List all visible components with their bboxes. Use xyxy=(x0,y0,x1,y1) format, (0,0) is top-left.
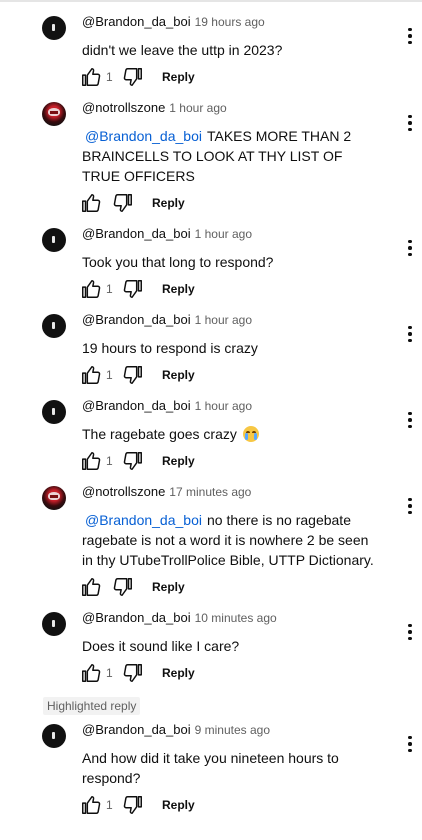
comment-body: 19 hours to respond is crazy xyxy=(82,340,258,356)
reply-button[interactable]: Reply xyxy=(152,196,185,210)
thumbs-down-icon[interactable] xyxy=(112,192,134,214)
comment-text: The ragebate goes crazy xyxy=(82,424,382,444)
more-vert-icon[interactable] xyxy=(404,733,416,755)
comment-text: And how did it take you nineteen hours t… xyxy=(82,748,382,788)
thumbs-up-icon[interactable] xyxy=(80,66,102,88)
comment-author[interactable]: @Brandon_da_boi xyxy=(82,722,191,737)
more-vert-icon[interactable] xyxy=(404,495,416,517)
comment-header: @Brandon_da_boi 1 hour ago xyxy=(82,398,252,414)
comment-header: @Brandon_da_boi 1 hour ago xyxy=(82,312,252,328)
reply-button[interactable]: Reply xyxy=(162,368,195,382)
comment-text: Took you that long to respond? xyxy=(82,252,382,272)
comment-text: Does it sound like I care? xyxy=(82,636,382,656)
mention-link[interactable]: @Brandon_da_boi xyxy=(85,512,202,528)
reply-button[interactable]: Reply xyxy=(162,454,195,468)
thumbs-down-icon[interactable] xyxy=(122,278,144,300)
thumbs-up-icon[interactable] xyxy=(80,662,102,684)
more-vert-icon[interactable] xyxy=(404,621,416,643)
avatar[interactable] xyxy=(42,102,66,126)
avatar[interactable] xyxy=(42,400,66,424)
comment-header: @Brandon_da_boi 19 hours ago xyxy=(82,14,265,30)
thumbs-down-icon[interactable] xyxy=(122,450,144,472)
comment-text: @Brandon_da_boi TAKES MORE THAN 2 BRAINCE… xyxy=(82,126,382,186)
thumbs-up-icon[interactable] xyxy=(80,576,102,598)
reply-button[interactable]: Reply xyxy=(152,580,185,594)
comment-header: @notrollszone 1 hour ago xyxy=(82,100,227,116)
like-count: 1 xyxy=(106,666,113,680)
comment-author[interactable]: @Brandon_da_boi xyxy=(82,226,191,241)
comment-body: And how did it take you nineteen hours t… xyxy=(82,750,339,786)
comment-header: @Brandon_da_boi 10 minutes ago xyxy=(82,610,277,626)
comment-header: @notrollszone 17 minutes ago xyxy=(82,484,251,500)
comment-timestamp[interactable]: 1 hour ago xyxy=(169,101,226,115)
comment-author[interactable]: @Brandon_da_boi xyxy=(82,398,191,413)
comment-timestamp[interactable]: 1 hour ago xyxy=(195,313,252,327)
thumbs-down-icon[interactable] xyxy=(122,66,144,88)
comment-author[interactable]: @notrollszone xyxy=(82,100,165,115)
comment-actions: 1 Reply xyxy=(80,364,195,386)
avatar[interactable] xyxy=(42,16,66,40)
comment-timestamp[interactable]: 1 hour ago xyxy=(195,227,252,241)
like-count: 1 xyxy=(106,454,113,468)
comment-actions: Reply xyxy=(80,192,185,214)
thumbs-up-icon[interactable] xyxy=(80,192,102,214)
comment-text: @Brandon_da_boi no there is no ragebate r… xyxy=(82,510,382,570)
reply-button[interactable]: Reply xyxy=(162,282,195,296)
like-count: 1 xyxy=(106,282,113,296)
thumbs-down-icon[interactable] xyxy=(122,794,144,816)
comment-timestamp[interactable]: 1 hour ago xyxy=(195,399,252,413)
comment-author[interactable]: @Brandon_da_boi xyxy=(82,610,191,625)
avatar[interactable] xyxy=(42,228,66,252)
comment-body: didn't we leave the uttp in 2023? xyxy=(82,42,283,58)
more-vert-icon[interactable] xyxy=(404,25,416,47)
mention-link[interactable]: @Brandon_da_boi xyxy=(85,128,202,144)
more-vert-icon[interactable] xyxy=(404,323,416,345)
comment-text: didn't we leave the uttp in 2023? xyxy=(82,40,382,60)
avatar[interactable] xyxy=(42,486,66,510)
comment-author[interactable]: @Brandon_da_boi xyxy=(82,14,191,29)
thumbs-down-icon[interactable] xyxy=(122,662,144,684)
reply-button[interactable]: Reply xyxy=(162,70,195,84)
thumbs-up-icon[interactable] xyxy=(80,364,102,386)
reply-button[interactable]: Reply xyxy=(162,666,195,680)
avatar[interactable] xyxy=(42,724,66,748)
comment-actions: 1 Reply xyxy=(80,662,195,684)
more-vert-icon[interactable] xyxy=(404,409,416,431)
comment-body: Took you that long to respond? xyxy=(82,254,274,270)
comment-author[interactable]: @notrollszone xyxy=(82,484,165,499)
like-count: 1 xyxy=(106,70,113,84)
thumbs-up-icon[interactable] xyxy=(80,278,102,300)
reply-button[interactable]: Reply xyxy=(162,798,195,812)
like-count: 1 xyxy=(106,798,113,812)
comment-body: The ragebate goes crazy xyxy=(82,426,237,442)
avatar[interactable] xyxy=(42,612,66,636)
top-divider xyxy=(0,0,422,2)
thumbs-down-icon[interactable] xyxy=(112,576,134,598)
comment-timestamp[interactable]: 10 minutes ago xyxy=(195,611,277,625)
comment-actions: 1 Reply xyxy=(80,278,195,300)
comment-timestamp[interactable]: 19 hours ago xyxy=(195,15,265,29)
avatar[interactable] xyxy=(42,314,66,338)
comment-actions: 1 Reply xyxy=(80,450,195,472)
comment-author[interactable]: @Brandon_da_boi xyxy=(82,312,191,327)
comment-timestamp[interactable]: 17 minutes ago xyxy=(169,485,251,499)
comment-header: @Brandon_da_boi 9 minutes ago xyxy=(82,722,270,738)
loudly-crying-face-emoji xyxy=(242,426,259,442)
comment-actions: 1 Reply xyxy=(80,66,195,88)
thumbs-down-icon[interactable] xyxy=(122,364,144,386)
comment-text: 19 hours to respond is crazy xyxy=(82,338,382,358)
comment-body: Does it sound like I care? xyxy=(82,638,240,654)
comment-actions: 1 Reply xyxy=(80,794,195,816)
thumbs-up-icon[interactable] xyxy=(80,794,102,816)
thumbs-up-icon[interactable] xyxy=(80,450,102,472)
like-count: 1 xyxy=(106,368,113,382)
more-vert-icon[interactable] xyxy=(404,112,416,134)
more-vert-icon[interactable] xyxy=(404,237,416,259)
comment-actions: Reply xyxy=(80,576,185,598)
comment-header: @Brandon_da_boi 1 hour ago xyxy=(82,226,252,242)
highlighted-reply-badge: Highlighted reply xyxy=(43,697,141,715)
comment-timestamp[interactable]: 9 minutes ago xyxy=(195,723,270,737)
